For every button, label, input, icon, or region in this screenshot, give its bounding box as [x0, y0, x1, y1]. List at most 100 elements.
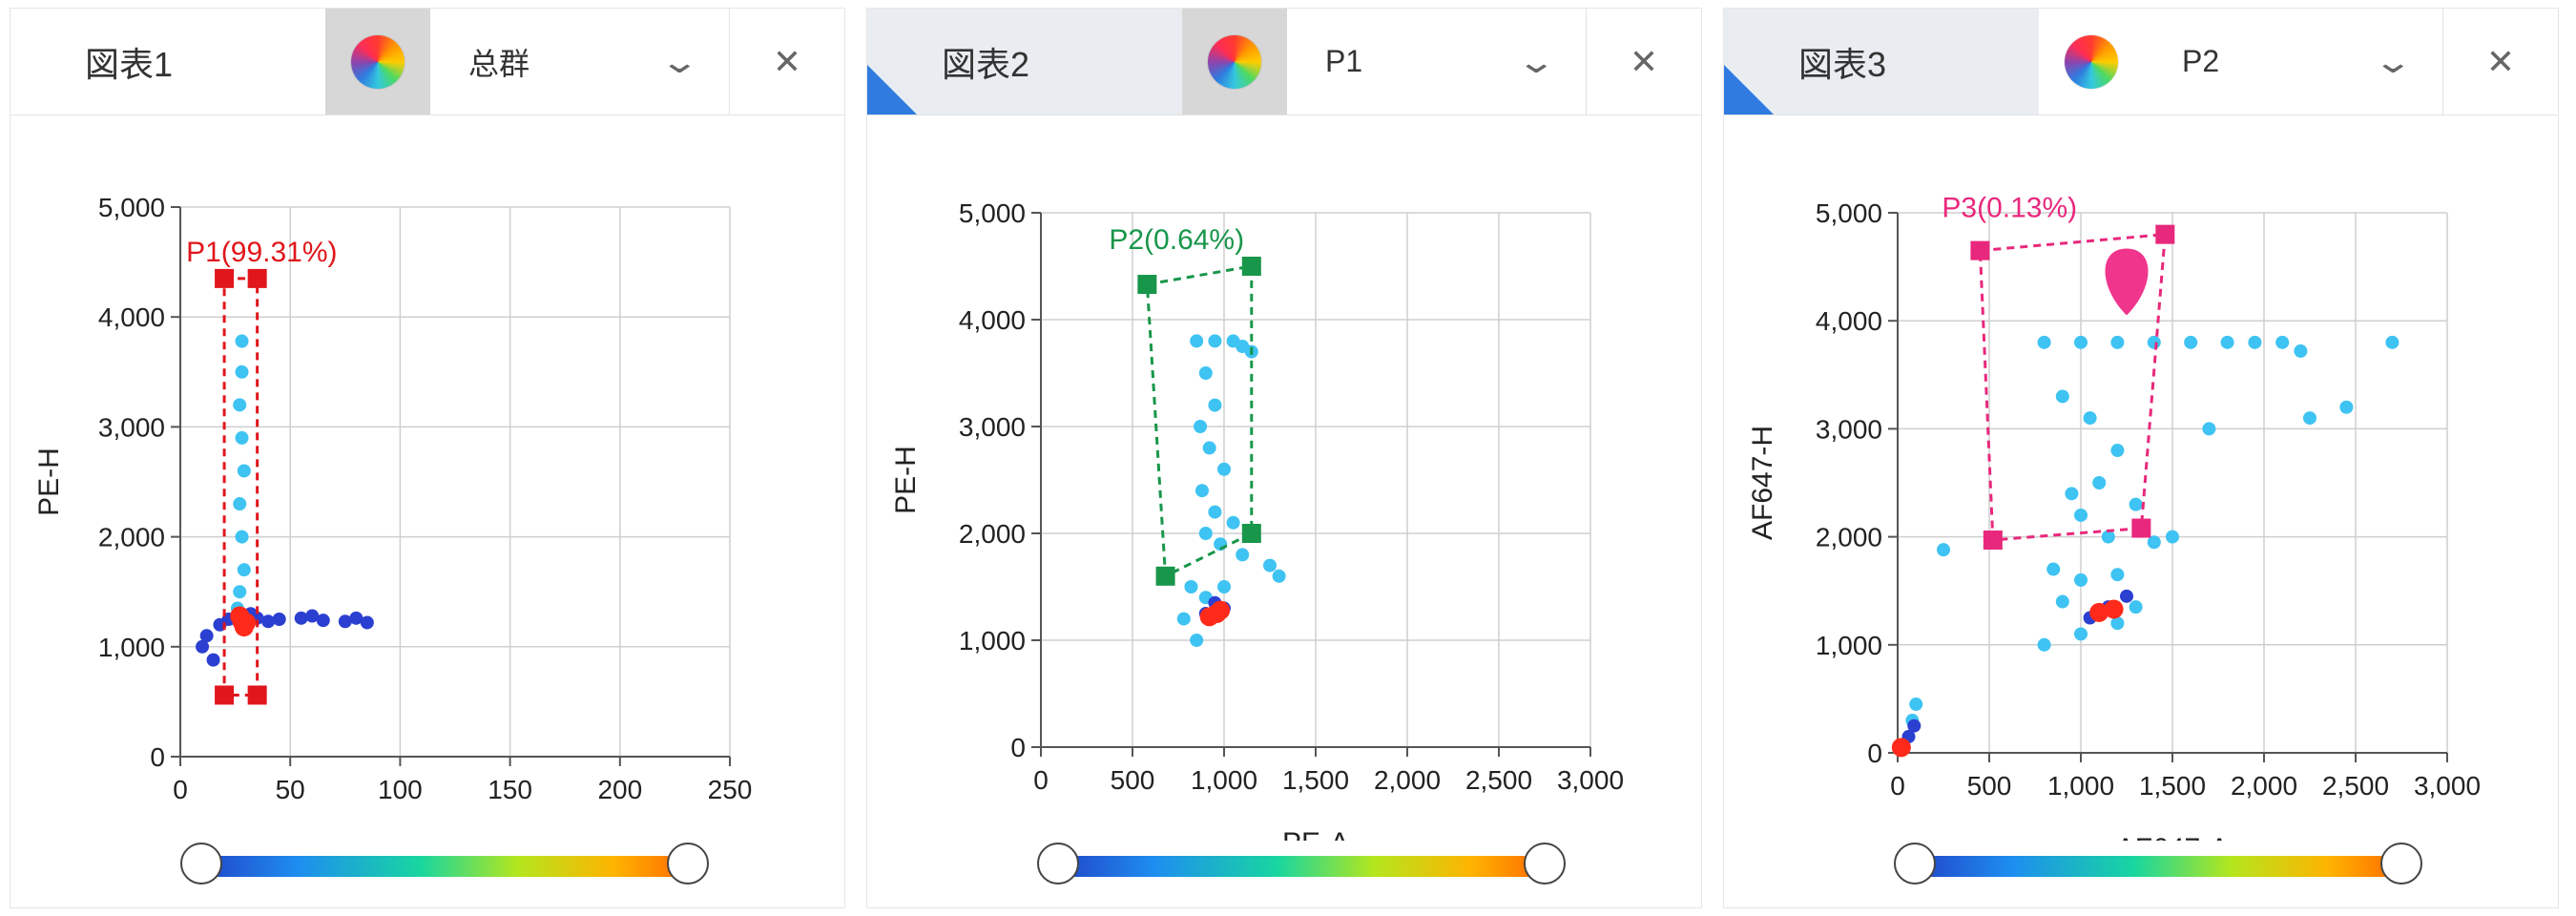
- gate-select[interactable]: 总群 ⌄: [430, 9, 730, 114]
- tab-chart-1[interactable]: 図表1: [10, 9, 325, 114]
- x-tick-label: 50: [276, 775, 305, 804]
- y-tick-label: 3,000: [98, 412, 165, 442]
- data-point: [1202, 441, 1216, 455]
- close-icon: ✕: [772, 41, 802, 81]
- y-tick-label: 1,000: [959, 626, 1026, 656]
- gate-label: P2(0.64%): [1109, 224, 1244, 256]
- x-tick-label: 0: [173, 775, 188, 804]
- x-tick-label: 500: [1967, 771, 2012, 801]
- color-palette-button[interactable]: [1182, 9, 1287, 114]
- gate-label: P3(0.13%): [1942, 193, 2077, 224]
- x-tick-label: 2,000: [1374, 765, 1441, 795]
- slider-min-handle[interactable]: [1894, 843, 1936, 885]
- gate-select-value: P1: [1325, 44, 1363, 78]
- color-palette-button[interactable]: [325, 9, 430, 114]
- data-point: [1176, 612, 1191, 626]
- close-button[interactable]: ✕: [730, 9, 844, 114]
- tab-chart-2[interactable]: 図表2: [867, 9, 1182, 114]
- tab-chart-3[interactable]: 図表3: [1724, 9, 2039, 114]
- data-point: [1236, 548, 1250, 562]
- data-point: [2110, 444, 2125, 458]
- y-axis-label: PE-H: [33, 448, 65, 516]
- data-point: [349, 611, 364, 625]
- slider-min-handle[interactable]: [180, 843, 222, 885]
- scatter-plot[interactable]: 0 500 1,000 1,500 2,000 2,500 3,000 0 1,000 2,000…: [1724, 115, 2559, 841]
- color-palette-button[interactable]: [2039, 9, 2144, 114]
- data-point: [2220, 335, 2234, 349]
- data-point: [2074, 627, 2088, 641]
- close-button[interactable]: ✕: [2443, 9, 2558, 114]
- data-point: [2303, 411, 2316, 426]
- data-point: [233, 497, 247, 511]
- color-scale-bar: [1915, 856, 2401, 877]
- gate-vertex-handle: [1241, 524, 1261, 543]
- gate-select-value: P2: [2182, 44, 2220, 78]
- data-point: [1190, 334, 1204, 348]
- gate-vertex-handle: [215, 685, 235, 705]
- x-tick-label: 1,000: [2047, 771, 2114, 801]
- x-tick-label: 1,500: [1282, 765, 1349, 795]
- data-point: [196, 639, 210, 654]
- y-tick-label: 5,000: [1816, 198, 1882, 228]
- scatter-plot[interactable]: 0 50 100 150 200 250 0 1,000 2,000 3,000 4,000 5,00…: [10, 115, 845, 841]
- data-point: [1195, 484, 1209, 498]
- data-point: [1208, 334, 1222, 348]
- color-wheel-icon: [351, 34, 405, 89]
- slider-min-handle[interactable]: [1037, 843, 1079, 885]
- data-point: [1907, 718, 1922, 733]
- data-point: [2275, 335, 2290, 349]
- x-axis-label: PE-A: [1282, 827, 1349, 841]
- data-point: [1217, 462, 1231, 476]
- data-point: [2092, 476, 2107, 489]
- slider-max-handle[interactable]: [667, 843, 709, 885]
- gate-label: P1(99.31%): [186, 237, 337, 268]
- data-point: [1198, 366, 1213, 380]
- data-point: [235, 334, 249, 348]
- x-tick-label: 200: [597, 775, 642, 804]
- data-point: [237, 464, 251, 478]
- panel-header: 図表3 P2 ⌄ ✕: [1724, 9, 2558, 115]
- gate-vertex-handle: [1241, 257, 1261, 276]
- y-tick-label: 4,000: [959, 305, 1026, 335]
- data-point: [1217, 580, 1231, 593]
- data-point: [1208, 398, 1222, 412]
- color-scale-slider[interactable]: [1037, 843, 1566, 885]
- gate-vertex-handle: [247, 268, 267, 288]
- x-axis-label: PE-W: [418, 837, 493, 841]
- data-point: [2129, 497, 2143, 511]
- x-tick-label: 0: [1033, 765, 1049, 795]
- color-scale-slider[interactable]: [1894, 843, 2422, 885]
- data-point: [235, 530, 249, 544]
- gate-vertex-handle: [1970, 240, 1990, 260]
- data-point: [235, 364, 249, 379]
- gate-vertex-handle: [247, 685, 267, 705]
- scatter-plot[interactable]: 0 500 1,000 1,500 2,000 2,500 3,000 0 1,000 2,000…: [867, 115, 1702, 841]
- close-icon: ✕: [2485, 41, 2516, 81]
- gate-select[interactable]: P2 ⌄: [2144, 9, 2443, 114]
- data-point: [1226, 515, 1240, 530]
- y-tick-label: 0: [150, 742, 165, 772]
- gate-select[interactable]: P1 ⌄: [1287, 9, 1587, 114]
- data-point: [2055, 594, 2069, 609]
- x-tick-label: 150: [488, 775, 532, 804]
- y-tick-label: 2,000: [1816, 523, 1882, 552]
- color-wheel-icon: [1208, 34, 1261, 89]
- close-button[interactable]: ✕: [1587, 9, 1701, 114]
- y-axis-label: AF647-H: [1747, 426, 1778, 540]
- x-tick-label: 250: [708, 775, 753, 804]
- data-point: [233, 585, 247, 599]
- data-point: [2074, 335, 2088, 349]
- x-tick-label: 2,000: [2231, 771, 2297, 801]
- x-tick-label: 500: [1111, 765, 1155, 795]
- data-point: [2184, 335, 2198, 349]
- y-tick-label: 3,000: [959, 412, 1026, 442]
- color-scale-slider[interactable]: [180, 843, 709, 885]
- slider-max-handle[interactable]: [2380, 843, 2422, 885]
- y-tick-label: 5,000: [98, 193, 165, 222]
- plot-panel-2: 図表2 P1 ⌄ ✕ 0 500 1,000 1,500 2,000 2,500 3,000…: [866, 8, 1702, 908]
- data-point: [2110, 335, 2125, 349]
- active-tab-indicator: [1724, 65, 1774, 114]
- slider-max-handle[interactable]: [1524, 843, 1566, 885]
- data-point: [1891, 738, 1911, 758]
- gate-vertex-handle: [1155, 566, 1175, 586]
